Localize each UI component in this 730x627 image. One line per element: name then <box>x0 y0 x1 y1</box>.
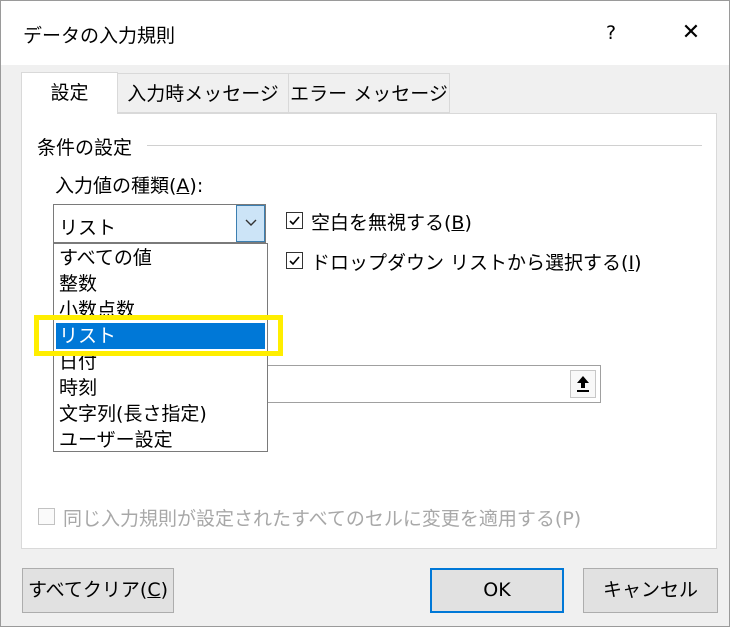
cancel-button[interactable]: キャンセル <box>583 568 718 613</box>
criteria-group-label: 条件の設定 <box>37 137 133 159</box>
in-cell-dropdown-label-prefix: ドロップダウン リストから選択する( <box>311 252 629 274</box>
allow-type-combobox[interactable]: リスト <box>53 204 266 243</box>
in-cell-dropdown-label[interactable]: ドロップダウン リストから選択する(I) <box>311 248 641 275</box>
ignore-blank-label-suffix: ) <box>464 212 472 234</box>
checkmark-icon <box>289 216 300 226</box>
group-divider <box>147 145 702 146</box>
chevron-down-icon <box>245 219 257 226</box>
ignore-blank-label[interactable]: 空白を無視する(B) <box>311 208 472 235</box>
clear-all-label-prefix: すべてクリア( <box>27 579 148 601</box>
upload-arrow-icon <box>577 376 589 392</box>
ignore-blank-checkbox[interactable] <box>286 212 303 229</box>
apply-all-checkbox[interactable] <box>38 508 55 525</box>
list-item[interactable]: 整数 <box>56 271 265 297</box>
list-item[interactable]: 時刻 <box>56 375 265 401</box>
ignore-blank-accesskey: B <box>451 212 465 234</box>
ignore-blank-label-prefix: 空白を無視する( <box>311 212 452 234</box>
title-bar: データの入力規則 ? ✕ <box>1 1 729 65</box>
close-icon[interactable]: ✕ <box>677 17 705 49</box>
allow-type-label-prefix: 入力値の種類( <box>55 175 177 197</box>
in-cell-dropdown-label-suffix: ) <box>634 252 642 274</box>
allow-type-accesskey: A <box>176 175 190 197</box>
yellow-highlight-annotation <box>34 315 283 356</box>
clear-all-label-suffix: ) <box>160 579 169 601</box>
in-cell-dropdown-checkbox[interactable] <box>286 252 303 269</box>
list-item[interactable]: 文字列(長さ指定) <box>56 401 265 427</box>
tab-settings[interactable]: 設定 <box>21 72 118 114</box>
collapse-dialog-button[interactable] <box>570 370 596 398</box>
data-validation-dialog: データの入力規則 ? ✕ 設定 入力時メッセージ エラー メッセージ 条件の設定… <box>0 0 730 627</box>
list-item[interactable]: ユーザー設定 <box>56 427 265 453</box>
allow-type-label: 入力値の種類(A): <box>55 171 203 198</box>
tab-error-message[interactable]: エラー メッセージ <box>288 73 450 113</box>
list-item[interactable]: すべての値 <box>56 245 265 271</box>
checkmark-icon <box>289 256 300 266</box>
allow-type-value: リスト <box>59 217 117 239</box>
ok-button[interactable]: OK <box>430 568 564 613</box>
tab-input-message[interactable]: 入力時メッセージ <box>117 73 289 113</box>
help-icon[interactable]: ? <box>599 17 623 49</box>
allow-type-label-suffix: ): <box>189 175 204 197</box>
clear-all-accesskey: C <box>147 579 161 601</box>
source-input[interactable] <box>266 365 601 403</box>
clear-all-button[interactable]: すべてクリア(C) <box>22 568 174 613</box>
dialog-title: データの入力規則 <box>23 25 176 47</box>
apply-all-label[interactable]: 同じ入力規則が設定されたすべてのセルに変更を適用する(P) <box>63 504 581 531</box>
combo-dropdown-button[interactable] <box>236 205 265 242</box>
